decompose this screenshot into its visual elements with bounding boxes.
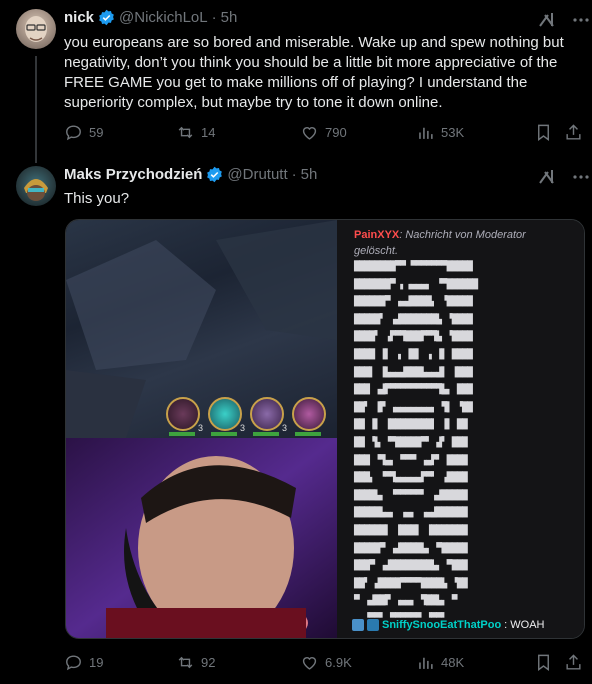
- webcam-view: [66, 438, 337, 638]
- like-icon: [302, 126, 317, 140]
- chat-message-2: : WOAH: [504, 619, 545, 631]
- champion-hp-4: [295, 432, 321, 436]
- ascii-art: ████████▀▀ ▀▀▀▀▀▀▀█████ ███████▀ ▖▗▄▄▄▖ …: [354, 261, 478, 624]
- separator: ·: [291, 166, 297, 183]
- like-count: 6.9K: [325, 654, 352, 670]
- chat-line-woah: SniffySnooEatThatPoo: WOAH: [352, 619, 545, 631]
- share-icon[interactable]: [564, 653, 583, 672]
- author-name[interactable]: nick: [64, 9, 94, 26]
- champion-level-3: 3: [282, 423, 288, 433]
- chat-notice: : Nachricht von Moderator: [399, 229, 526, 241]
- bookmark-icon[interactable]: [534, 123, 553, 142]
- champion-portrait-3: [250, 397, 284, 431]
- avatar-nick[interactable]: [16, 9, 56, 49]
- post-text: This you?: [64, 190, 130, 207]
- top-icons: [537, 10, 589, 30]
- like-button[interactable]: 6.9K: [300, 653, 352, 672]
- stream-chat-panel: PainXYX: Nachricht von Moderator gelösch…: [337, 220, 584, 638]
- avatar-maks[interactable]: [16, 166, 56, 206]
- reply-button[interactable]: 59: [64, 123, 103, 142]
- game-view: 3 3 3: [66, 220, 337, 438]
- post-header: Maks Przychodzień @Drututt · 5h: [64, 166, 317, 183]
- repost-icon: [178, 126, 193, 138]
- verified-badge-icon[interactable]: [98, 9, 115, 26]
- grok-icon[interactable]: [537, 167, 557, 187]
- views-button[interactable]: 53K: [416, 123, 464, 142]
- action-bar: 19 92 6.9K 48K: [64, 652, 584, 672]
- chat-username: PainXYX: [354, 229, 400, 241]
- champion-hp-1: [169, 432, 195, 436]
- reply-button[interactable]: 19: [64, 653, 103, 672]
- post-text: you europeans are so bored and miserable…: [64, 34, 564, 111]
- reply-count: 59: [89, 124, 104, 140]
- champion-portrait-4: [292, 397, 326, 431]
- views-count: 53K: [441, 124, 465, 140]
- separator: ·: [211, 9, 217, 26]
- more-icon[interactable]: [573, 10, 589, 30]
- repost-count: 14: [201, 124, 216, 140]
- champion-portrait-2: [208, 397, 242, 431]
- repost-button[interactable]: 14: [176, 123, 215, 142]
- mod-badge-icon: [367, 619, 379, 631]
- top-icons: [537, 167, 589, 187]
- like-button[interactable]: 790: [300, 123, 347, 142]
- verified-badge-icon[interactable]: [206, 166, 223, 183]
- repost-icon: [178, 656, 193, 668]
- champion-level-2: 3: [240, 423, 246, 433]
- champion-level-1: 3: [198, 423, 204, 433]
- views-icon: [419, 127, 433, 139]
- author-handle[interactable]: @Drututt: [227, 166, 287, 183]
- post-1[interactable]: nick @NickichLoL · 5h you europeans are …: [0, 0, 592, 163]
- streamer-face-icon: [66, 438, 337, 638]
- repost-count: 92: [201, 654, 216, 670]
- reply-icon: [66, 124, 81, 140]
- post-header: nick @NickichLoL · 5h: [64, 9, 237, 26]
- action-bar: 59 14 790 53K: [64, 122, 584, 142]
- grok-icon[interactable]: [537, 10, 557, 30]
- sub-badge-icon: [352, 619, 364, 631]
- post-time[interactable]: 5h: [301, 166, 318, 183]
- like-icon: [302, 656, 317, 670]
- reply-count: 19: [89, 654, 104, 670]
- champion-portrait-1: [166, 397, 200, 431]
- chat-username-2: SniffySnooEatThatPoo: [382, 619, 502, 631]
- author-name[interactable]: Maks Przychodzień: [64, 166, 202, 183]
- like-count: 790: [325, 124, 347, 140]
- post-time[interactable]: 5h: [221, 9, 238, 26]
- author-handle[interactable]: @NickichLoL: [119, 9, 208, 26]
- attached-image[interactable]: 3 3 3 PainXYX: Nachricht von Moderator g…: [65, 219, 585, 639]
- share-icon[interactable]: [564, 123, 583, 142]
- champion-hp-2: [211, 432, 237, 436]
- views-count: 48K: [441, 654, 465, 670]
- thread-line: [35, 56, 37, 163]
- bookmark-icon[interactable]: [534, 653, 553, 672]
- avatar-face-icon: [25, 16, 47, 42]
- more-icon[interactable]: [573, 167, 589, 187]
- avatar-champion-icon: [24, 179, 48, 201]
- chat-line-moderator: PainXYX: Nachricht von Moderator: [354, 229, 526, 241]
- views-icon: [419, 657, 433, 669]
- reply-icon: [66, 654, 81, 670]
- repost-button[interactable]: 92: [176, 653, 215, 672]
- views-button[interactable]: 48K: [416, 653, 464, 672]
- chat-deleted: gelöscht.: [354, 245, 399, 257]
- champion-hp-3: [253, 432, 279, 436]
